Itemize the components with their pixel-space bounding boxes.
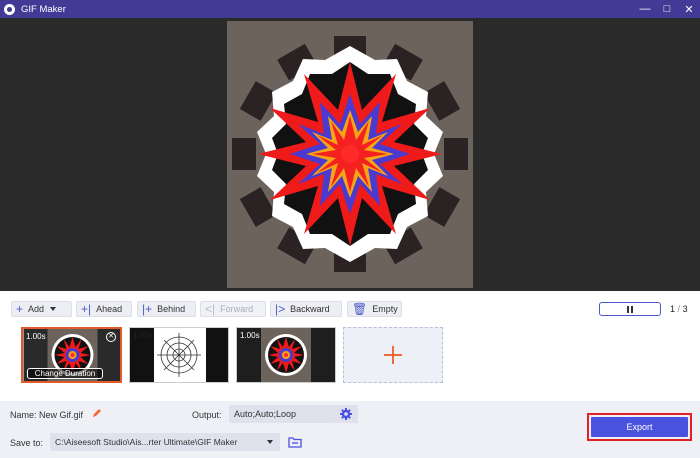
window-controls: — □ ✕: [634, 0, 700, 18]
maximize-icon[interactable]: □: [656, 0, 678, 18]
output-settings-field[interactable]: Auto;Auto;Loop: [229, 405, 334, 423]
close-icon[interactable]: ✕: [678, 0, 700, 18]
remove-frame-icon[interactable]: ✕: [106, 332, 116, 342]
name-label: Name:: [10, 410, 37, 420]
change-duration-button[interactable]: Change Duration: [27, 368, 103, 379]
ahead-button[interactable]: +| Ahead: [76, 301, 132, 317]
output-label: Output:: [192, 410, 222, 420]
forward-label: Forward: [220, 304, 254, 314]
open-folder-button[interactable]: [287, 434, 303, 450]
preview-image: [227, 21, 473, 288]
output-settings-button[interactable]: [334, 405, 358, 423]
behind-button[interactable]: |+ Behind: [137, 301, 196, 317]
frame-duration: 1.00s: [133, 331, 153, 340]
pause-button[interactable]: [599, 302, 661, 316]
save-path-field[interactable]: C:\Aiseesoft Studio\Ais...rter Ultimate\…: [50, 433, 260, 451]
empty-button[interactable]: 🗑 Empty: [347, 301, 402, 317]
add-frame-button[interactable]: [343, 327, 443, 383]
gif-name-field[interactable]: New Gif.gif: [39, 410, 83, 420]
frame-duration: 1.00s: [240, 331, 260, 340]
forward-button[interactable]: <| Forward: [200, 301, 266, 317]
empty-label: Empty: [372, 304, 398, 314]
trash-icon: 🗑: [352, 302, 368, 316]
pager-separator: /: [677, 304, 681, 314]
chevron-down-icon: [267, 440, 273, 444]
ahead-label: Ahead: [96, 304, 123, 314]
preview-area: [0, 18, 700, 291]
edit-icon[interactable]: [92, 408, 102, 420]
mandala-image: [232, 36, 468, 272]
export-button[interactable]: Export: [591, 417, 688, 437]
frame-thumbnail-1[interactable]: 1.00s ✕ Change Duration: [21, 327, 122, 383]
frame-duration: 1.00s: [26, 332, 46, 341]
pager-total: 3: [682, 304, 688, 314]
pause-icon: [627, 305, 633, 313]
save-to-label: Save to:: [10, 438, 44, 448]
chevron-down-icon: [50, 307, 57, 311]
frame-thumbnail-3[interactable]: 1.00s: [236, 327, 336, 383]
frame-thumbnail-2[interactable]: 1.00s: [129, 327, 229, 383]
minimize-icon[interactable]: —: [634, 0, 656, 18]
window-title: GIF Maker: [21, 3, 66, 15]
behind-label: Behind: [157, 304, 186, 314]
backward-button[interactable]: |> Backward: [270, 301, 342, 317]
insert-behind-icon: |+: [142, 302, 153, 316]
app-logo-icon: [4, 3, 15, 15]
frame-pager: 1 / 3: [670, 304, 688, 314]
add-label: Add: [28, 304, 45, 314]
plus-icon: [384, 346, 402, 364]
move-forward-icon: <|: [205, 302, 216, 316]
save-path-dropdown[interactable]: [260, 433, 280, 451]
gear-icon: [340, 408, 352, 420]
backward-label: Backward: [290, 304, 330, 314]
title-bar: GIF Maker — □ ✕: [0, 0, 700, 18]
move-backward-icon: |>: [275, 302, 286, 316]
insert-ahead-icon: +|: [81, 302, 92, 316]
add-button[interactable]: + Add: [11, 301, 72, 317]
pager-current: 1: [670, 304, 676, 314]
folder-icon: [288, 437, 302, 448]
plus-icon: +: [16, 302, 24, 316]
